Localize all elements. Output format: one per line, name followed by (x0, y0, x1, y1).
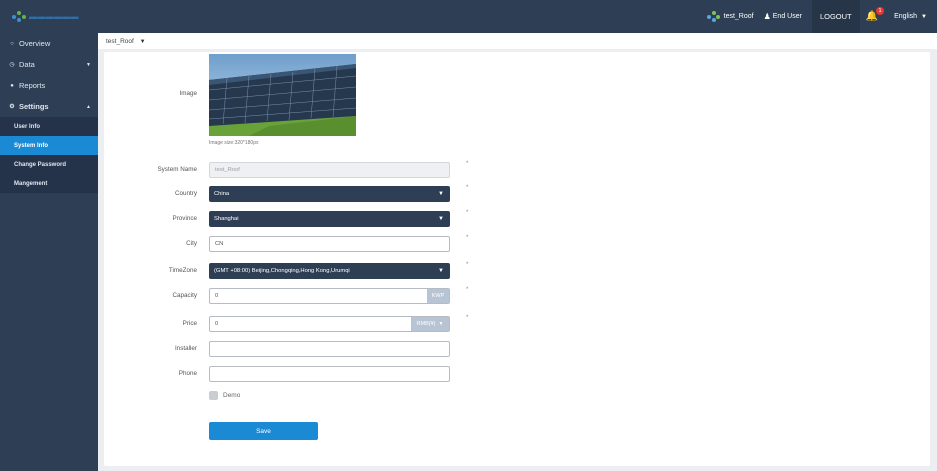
capacity-label: Capacity (172, 292, 198, 299)
system-name-label: System Name (157, 166, 197, 173)
system-switcher[interactable]: test_Roof (706, 11, 754, 22)
image-label: Image (179, 90, 197, 97)
capacity-value: 0 (215, 293, 219, 299)
country-select[interactable]: China ▼ (209, 186, 450, 202)
phone-input[interactable] (209, 366, 450, 382)
caret-down-icon: ▼ (921, 13, 927, 20)
sidebar-item-overview[interactable]: ○ Overview (0, 33, 98, 54)
required-mark: * (466, 235, 469, 241)
required-mark: * (466, 210, 469, 216)
sidebar-subitem-change-password[interactable]: Change Password (0, 155, 98, 174)
image-size-hint: Image size:320*180px (209, 140, 259, 146)
caret-down-icon: ▼ (438, 191, 444, 197)
caret-down-icon: ▼ (438, 268, 444, 274)
user-menu[interactable]: ♟ End User (764, 12, 802, 21)
system-image[interactable] (209, 54, 356, 136)
report-icon: ● (10, 82, 14, 89)
demo-checkbox[interactable] (209, 391, 218, 400)
country-value: China (214, 191, 230, 197)
settings-submenu: User Info System Info Change Password Ma… (0, 117, 98, 193)
city-label: City (186, 240, 197, 247)
installer-input[interactable] (209, 341, 450, 357)
currency-select[interactable]: RMB(¥) ▼ (411, 317, 449, 331)
sidebar-subitem-user-info[interactable]: User Info (0, 117, 98, 136)
sidebar-subitem-system-info[interactable]: System Info (0, 136, 98, 155)
circle-icon: ○ (10, 40, 14, 47)
required-mark: * (466, 262, 469, 268)
system-name-field: test_Roof (209, 162, 450, 178)
logo-icon (12, 11, 26, 22)
logout-button[interactable]: LOGOUT (811, 0, 860, 33)
top-bar: ▬▬▬▬▬▬ test_Roof ♟ End User LOGOUT 🔔 1 E… (0, 0, 937, 33)
system-icon (706, 11, 720, 22)
sidebar-item-settings[interactable]: ⚙ Settings ▲ (0, 96, 98, 117)
system-info-form: Image Image size:320*180px System Name t… (104, 52, 930, 466)
country-label: Country (174, 190, 197, 197)
province-label: Province (172, 215, 198, 222)
sidebar-subitem-management[interactable]: Mangement (0, 174, 98, 193)
capacity-unit: KWP (427, 289, 449, 303)
required-mark: * (466, 161, 469, 167)
current-system-name: test_Roof (723, 13, 754, 20)
caret-down-icon: ▼ (438, 321, 444, 327)
system-selector[interactable]: test_Roof ▼ (106, 38, 146, 45)
caret-down-icon: ▼ (86, 61, 91, 68)
language-label: English (894, 13, 918, 20)
timezone-value: (GMT +08:00) Beijing,Chongqing,Hong Kong… (214, 268, 350, 274)
save-button[interactable]: Save (209, 422, 318, 440)
sidebar-item-reports[interactable]: ● Reports (0, 75, 98, 96)
capacity-input[interactable]: 0 KWP (209, 288, 450, 304)
province-value: Shanghai (214, 216, 239, 222)
caret-down-icon: ▼ (139, 39, 146, 45)
sidebar-item-label: Settings (19, 102, 49, 111)
sidebar-item-label: Reports (19, 81, 46, 90)
notification-badge: 1 (876, 7, 885, 15)
required-mark: * (466, 315, 469, 321)
sidebar: ○ Overview ◷ Data ▼ ● Reports ⚙ Settings… (0, 33, 98, 471)
clock-icon: ◷ (9, 62, 15, 68)
user-icon: ♟ (763, 12, 771, 21)
city-input[interactable]: CN (209, 236, 450, 252)
user-role: End User (772, 13, 802, 20)
caret-up-icon: ▲ (86, 103, 91, 110)
price-label: Price (182, 320, 197, 327)
installer-label: Installer (174, 345, 197, 352)
price-input[interactable]: 0 RMB(¥) ▼ (209, 316, 450, 332)
price-value: 0 (215, 321, 219, 327)
gear-icon: ⚙ (9, 104, 15, 110)
demo-checkbox-row[interactable]: Demo (209, 391, 240, 400)
solar-panel-image (209, 54, 356, 136)
sidebar-item-data[interactable]: ◷ Data ▼ (0, 54, 98, 75)
notification-button[interactable]: 🔔 1 (866, 7, 885, 22)
required-mark: * (466, 287, 469, 293)
language-select[interactable]: English ▼ (894, 13, 927, 20)
sidebar-item-label: Overview (19, 39, 51, 48)
sidebar-item-label: Data (19, 60, 35, 69)
timezone-select[interactable]: (GMT +08:00) Beijing,Chongqing,Hong Kong… (209, 263, 450, 279)
required-mark: * (466, 185, 469, 191)
logo[interactable]: ▬▬▬▬▬▬ (12, 11, 79, 22)
demo-label: Demo (223, 392, 241, 399)
breadcrumb-label: test_Roof (106, 38, 134, 45)
currency-value: RMB(¥) (416, 321, 436, 327)
caret-down-icon: ▼ (438, 216, 444, 222)
province-select[interactable]: Shanghai ▼ (209, 211, 450, 227)
phone-label: Phone (178, 370, 197, 377)
breadcrumb: test_Roof ▼ (98, 33, 937, 49)
timezone-label: TimeZone (168, 267, 197, 274)
